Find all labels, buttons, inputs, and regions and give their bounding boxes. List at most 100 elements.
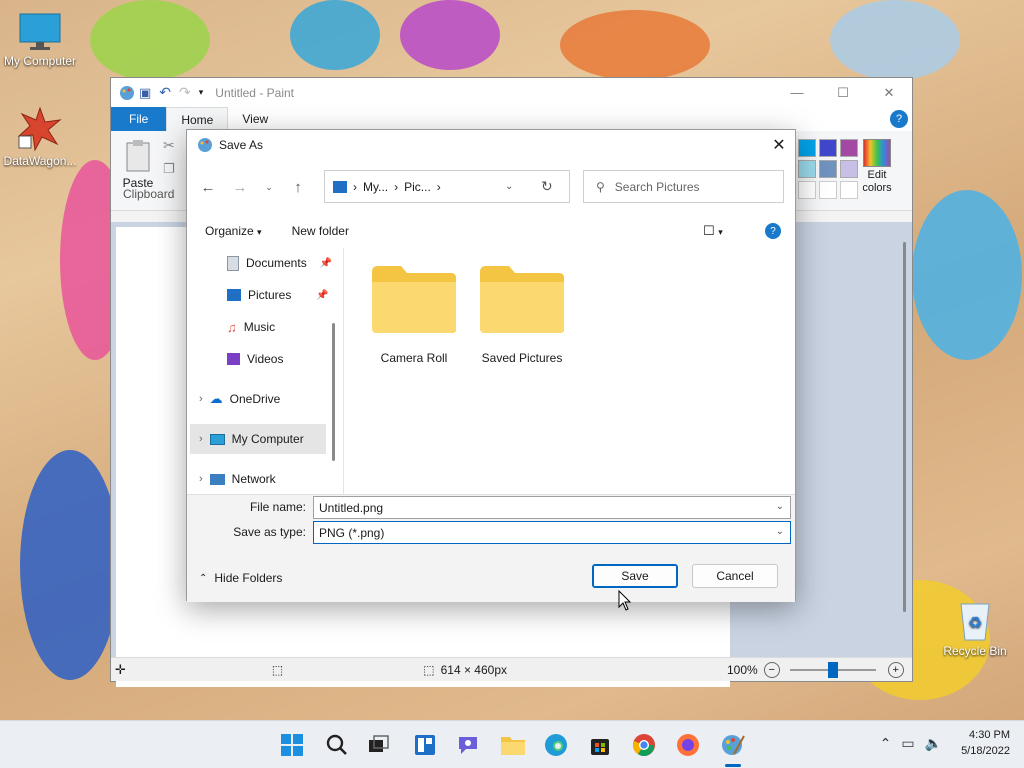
firefox-icon[interactable] [672,729,704,761]
start-icon[interactable] [276,729,308,761]
refresh-icon[interactable]: ↻ [541,178,553,195]
palette-swatch[interactable] [819,181,837,199]
clipboard-group-label: Clipboard [123,187,175,201]
store-icon[interactable] [584,729,616,761]
file-name-input[interactable]: Untitled.png ⌄ [313,496,791,519]
zoom-in-button[interactable]: + [887,661,904,678]
help-icon[interactable]: ? [890,110,908,128]
clock-date: 5/18/2022 [961,745,1010,757]
search-icon[interactable] [321,729,353,761]
tab-file[interactable]: File [111,107,167,131]
save-button[interactable]: Save [592,564,678,588]
zoom-out-button[interactable]: − [763,661,780,678]
folder-saved-pictures[interactable]: Saved Pictures [472,264,572,365]
view-options-button[interactable]: ☐ ▾ [703,223,723,239]
taskbar: ⌃ ▭ 🔈 4:30 PM 5/18/2022 [0,720,1024,768]
sidebar-item-music[interactable]: ♫ Music [227,312,275,342]
dialog-title: Save As [219,137,264,152]
cut-icon[interactable]: ✂ [163,137,175,154]
navigation-pane-scrollbar[interactable] [332,323,335,461]
paint-icon[interactable] [717,729,749,767]
videos-icon [227,353,240,365]
network-icon[interactable]: ▭ [901,735,914,752]
palette-swatch[interactable] [798,139,816,157]
chrome-icon[interactable] [628,729,660,761]
widgets-icon[interactable] [409,729,441,761]
minimize-button[interactable]: — [774,78,820,107]
wallpaper-blob [830,0,960,80]
clipboard-icon [126,140,150,172]
recent-locations-button[interactable]: ⌄ [256,171,282,203]
sidebar-item-documents[interactable]: Documents 📌 [227,248,332,278]
breadcrumb-separator: › [394,179,399,194]
palette-swatch[interactable] [798,160,816,178]
sidebar-item-videos[interactable]: Videos [227,344,283,374]
desktop-icon-my-computer[interactable]: My Computer [0,12,80,68]
chevron-up-icon[interactable]: ⌃ [880,735,892,752]
help-icon[interactable]: ? [765,223,781,239]
copy-icon[interactable]: ❐ [163,161,175,177]
palette-swatch[interactable] [819,160,837,178]
paint-app-icon [198,137,212,152]
forward-button[interactable]: → [224,171,256,203]
vertical-scrollbar[interactable] [903,242,906,612]
cancel-button[interactable]: Cancel [692,564,778,588]
back-button[interactable]: ← [192,171,224,203]
hide-folders-button[interactable]: ⌃ Hide Folders [199,571,282,585]
palette-swatch[interactable] [819,139,837,157]
desktop-icon-recycle-bin[interactable]: ♻ Recycle Bin [935,598,1015,658]
canvas-size-icon: ⬚ [423,662,435,677]
folder-label: Saved Pictures [481,351,563,365]
save-options-panel: File name: Untitled.png ⌄ Save as type: … [187,494,795,602]
chevron-down-icon[interactable]: ⌄ [776,501,784,512]
breadcrumb-segment[interactable]: Pic... [404,180,431,194]
computer-icon [209,433,225,445]
close-button[interactable]: ✕ [866,78,912,107]
chat-icon[interactable] [452,729,484,761]
up-button[interactable]: ↑ [282,171,314,203]
expand-chevron-icon[interactable]: › [199,473,203,485]
color-palette [798,139,858,199]
wallpaper-blob [90,0,210,80]
navigation-pane: Documents 📌 Pictures 📌 ♫ Music Videos › … [187,248,343,494]
sidebar-item-network[interactable]: › Network [199,464,276,494]
search-box[interactable]: ⚲ Search Pictures [583,170,784,203]
organize-button[interactable]: Organize ▾ [205,224,262,238]
sidebar-item-my-computer[interactable]: › My Computer [190,424,326,454]
search-icon: ⚲ [596,179,605,194]
redo-icon[interactable]: ↷ [179,84,191,101]
customize-quick-access-icon[interactable]: ▾ [199,87,204,98]
desktop-icon-datawagon[interactable]: DataWagon... [0,106,80,168]
paste-button[interactable]: Paste [121,139,155,190]
sidebar-item-onedrive[interactable]: › ☁ OneDrive [199,384,280,414]
palette-swatch[interactable] [798,181,816,199]
new-folder-button[interactable]: New folder [292,224,349,238]
save-icon[interactable]: ▣ [139,85,151,101]
sidebar-item-label: OneDrive [229,392,281,406]
sidebar-item-label: Music [243,320,276,334]
address-dropdown-icon[interactable]: ⌄ [505,181,513,192]
tab-home[interactable]: Home [166,107,229,131]
address-bar[interactable]: › My... › Pic... › ⌄ ↻ [324,170,570,203]
expand-chevron-icon[interactable]: › [199,393,203,405]
edit-colors-button[interactable]: Edit colors [855,139,899,195]
folder-camera-roll[interactable]: Camera Roll [364,264,464,365]
clock[interactable]: 4:30 PM 5/18/2022 [961,727,1010,759]
edit-colors-icon [863,139,891,167]
undo-icon[interactable]: ↶ [159,84,171,101]
edge-icon[interactable] [540,729,572,761]
save-type-select[interactable]: PNG (*.png) ⌄ [313,521,791,544]
chevron-down-icon[interactable]: ⌄ [776,526,784,537]
volume-icon[interactable]: 🔈 [925,735,942,752]
zoom-slider-thumb[interactable] [827,661,838,678]
task-view-icon[interactable] [362,729,394,761]
breadcrumb-segment[interactable]: My... [363,180,388,194]
maximize-button[interactable]: ☐ [820,78,866,107]
dialog-close-button[interactable]: ✕ [763,130,795,159]
tab-view[interactable]: View [228,107,282,131]
sidebar-item-label: Documents [246,256,307,270]
expand-chevron-icon[interactable]: › [199,433,203,445]
zoom-slider[interactable] [789,661,876,678]
sidebar-item-pictures[interactable]: Pictures 📌 [227,280,329,310]
file-explorer-icon[interactable] [497,729,529,761]
